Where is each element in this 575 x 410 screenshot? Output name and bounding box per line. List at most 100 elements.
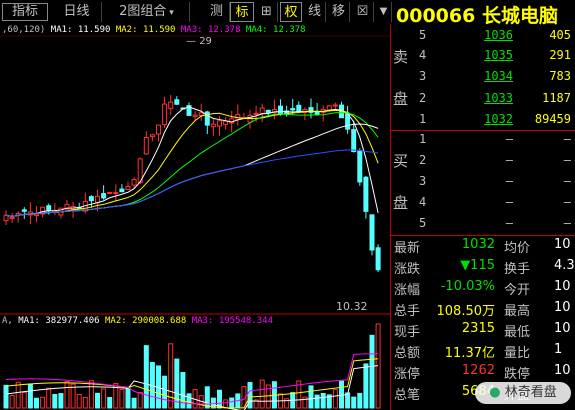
bid-row-1: 1– –: [419, 132, 571, 146]
candle: [363, 176, 369, 212]
volume-bar: [332, 388, 338, 409]
volume-bar: [308, 385, 314, 409]
watermark: ● 林奇看盘: [475, 382, 571, 404]
volume-bar: [76, 393, 82, 409]
volume-bar: [107, 397, 113, 409]
rights-button[interactable]: 权: [280, 2, 302, 22]
candle: [290, 108, 296, 111]
ma1-label: MA1: 11.590: [50, 25, 111, 35]
candle: [113, 192, 119, 195]
candle: [210, 123, 216, 128]
candle: [149, 134, 155, 138]
volume-bar: [82, 396, 88, 409]
chevron-down-icon: ▾: [166, 8, 174, 18]
candle: [156, 124, 161, 135]
candle: [107, 191, 113, 194]
volume-bar: [162, 375, 168, 409]
period-daily-button[interactable]: 日线: [52, 2, 102, 22]
volume-bar: [320, 392, 326, 409]
volume-bar: [101, 388, 107, 409]
toolbar: 指标 日线 2图组合 ▾ 测 标 ⊞ 权 线 移 ☒ ▼ 000066 长城电脑: [0, 0, 575, 27]
candle: [174, 99, 180, 105]
candle: [265, 109, 271, 114]
stat-row: 涨幅 -10.03% 今开 10: [394, 279, 571, 298]
volume-bar: [247, 382, 253, 409]
candle: [217, 120, 222, 127]
close-panel-icon[interactable]: ☒: [352, 2, 374, 22]
volume-bar: [174, 358, 180, 409]
candle: [9, 217, 15, 220]
volume-bar: [9, 394, 15, 409]
grid-icon[interactable]: ⊞: [256, 2, 278, 22]
moving-average-line: [5, 109, 379, 217]
volume-bar: [131, 397, 137, 409]
volume-bar: [223, 399, 229, 409]
candle: [198, 112, 204, 116]
sell-label-2: 盘: [393, 90, 409, 108]
candle: [223, 120, 229, 126]
layout-combo-label: 2图组合: [119, 4, 167, 19]
candle: [326, 105, 332, 111]
candle: [143, 137, 149, 155]
candle: [278, 105, 283, 115]
candle: [192, 114, 198, 117]
candle: [351, 129, 357, 152]
volume-bar: [168, 343, 174, 409]
chevron-down-icon[interactable]: ▼: [376, 2, 392, 22]
ma2-label: MA2: 11.590: [115, 25, 176, 35]
vol-ma1-label: MA1: 382977.406: [18, 316, 100, 326]
candle: [369, 214, 375, 251]
candle: [119, 188, 125, 193]
volume-bar: [64, 381, 70, 409]
candle: [296, 104, 302, 112]
volume-bar: [125, 387, 131, 409]
stat-row: 现手 2315 最低 10: [394, 321, 571, 340]
volume-ma-legend: A, MA1: 382977.406 MA2: 290008.688 MA3: …: [2, 316, 273, 326]
ma-legend: ,60,120) MA1: 11.590 MA2: 11.590 MA3: 12…: [2, 25, 306, 35]
volume-bar: [229, 397, 235, 409]
volume-bar: [351, 396, 357, 409]
volume-bar: [357, 392, 363, 409]
candle: [88, 196, 94, 202]
indicator-button[interactable]: 指标: [2, 3, 48, 21]
volume-bar: [34, 397, 39, 409]
chart-area[interactable]: ,60,120) MA1: 11.590 MA2: 11.590 MA3: 12…: [0, 24, 390, 410]
volume-bar: [119, 388, 125, 409]
moving-average-line: [5, 112, 379, 217]
volume-bar: [186, 393, 192, 409]
ask-row-4: 4 1035 291: [419, 48, 571, 62]
bid-row-2: 2– –: [419, 153, 571, 167]
kline-chart[interactable]: [0, 24, 390, 410]
volume-bar: [143, 345, 149, 409]
stat-row: 总手 108.50万 最高 10: [394, 300, 571, 319]
volume-bar: [345, 392, 351, 409]
volume-bar: [46, 387, 52, 409]
volume-bar: [314, 394, 320, 409]
ma-params: ,60,120): [2, 25, 46, 35]
ask-row-2: 2 1033 1187: [419, 91, 571, 105]
buy-label-2: 盘: [393, 194, 409, 212]
layout-combo-button[interactable]: 2图组合 ▾: [104, 2, 190, 22]
divider: [391, 235, 575, 236]
vol-ma2-label: MA2: 290008.688: [104, 316, 187, 326]
volume-bar: [369, 334, 375, 409]
stat-row: 涨跌 ▼115 换手 4.3: [394, 258, 575, 277]
line-button[interactable]: 线: [304, 2, 326, 22]
divider: [391, 130, 575, 131]
stat-row: 最新 1032 均价 10: [394, 237, 571, 256]
candle: [101, 193, 107, 199]
measure-button[interactable]: 测: [204, 2, 230, 22]
candle: [131, 179, 137, 186]
ma3-label: MA3: 12.378: [180, 25, 241, 35]
buy-label: 买: [393, 152, 409, 170]
volume-bar: [58, 393, 64, 409]
ask-row-3: 3 1034 783: [419, 69, 571, 83]
mark-button[interactable]: 标: [230, 2, 254, 22]
volume-bar: [52, 393, 58, 409]
volume-bar: [27, 383, 33, 409]
move-button[interactable]: 移: [328, 2, 350, 22]
candle: [125, 186, 131, 191]
volume-bar: [21, 391, 27, 409]
bid-row-3: 3– –: [419, 174, 571, 188]
volume-bar: [259, 379, 265, 409]
